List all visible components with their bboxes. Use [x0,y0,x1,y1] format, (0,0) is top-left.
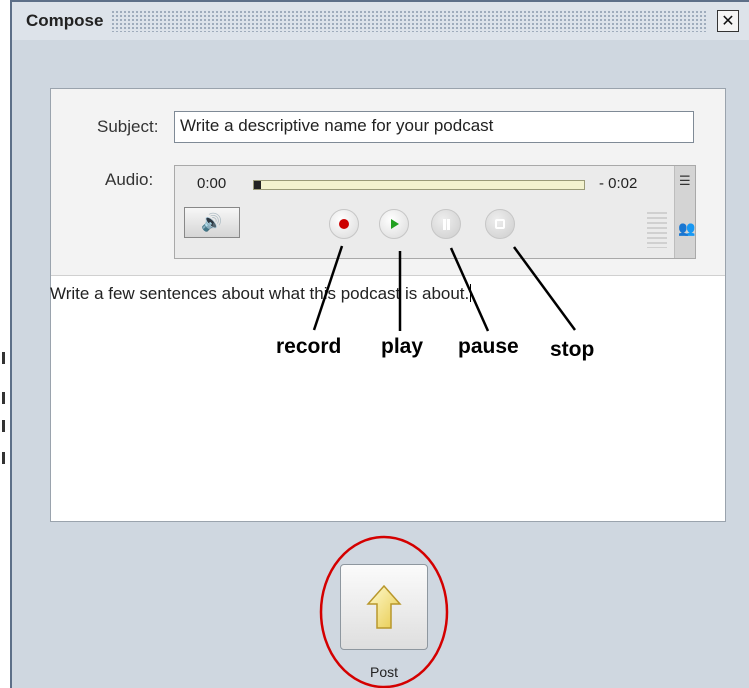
compose-form: Subject: Write a descriptive name for yo… [50,88,726,522]
up-arrow-icon [366,584,402,629]
edge-mark [2,392,5,404]
level-meter [647,212,667,248]
audio-progress-fill [254,181,261,189]
post-label: Post [370,664,399,680]
menu-icon[interactable]: ☰ [679,174,691,189]
play-button[interactable] [379,209,409,239]
subject-label: Subject: [97,117,159,136]
post-button[interactable] [340,564,428,650]
edge-mark [2,420,5,432]
record-annotation: record [276,335,342,358]
body-text: Write a few sentences about what this po… [50,284,472,303]
title-bar-texture [111,10,707,32]
stop-button[interactable] [485,209,515,239]
edge-mark [2,452,5,464]
edge-mark [2,352,5,364]
window-title: Compose [26,11,104,30]
text-caret [470,284,472,302]
pause-button[interactable] [431,209,461,239]
audio-progress-bar[interactable] [253,180,585,190]
title-bar[interactable]: Compose ✕ [12,2,749,40]
pause-annotation: pause [458,335,519,358]
speaker-icon[interactable]: 🔊 [184,207,240,238]
subject-input[interactable]: Write a descriptive name for your podcas… [174,111,694,143]
record-button[interactable] [329,209,359,239]
play-annotation: play [381,335,424,358]
player-side-strip: ☰ 👥 [674,166,695,258]
left-edge-strip [0,0,10,688]
people-icon[interactable]: 👥 [678,221,695,237]
audio-player: 0:00 - 0:02 ☰ 👥 🔊 [174,165,696,259]
stop-annotation: stop [550,338,595,361]
audio-label: Audio: [105,170,154,189]
remaining-time: - 0:02 [599,175,638,192]
body-textarea[interactable]: Write a few sentences about what this po… [50,275,725,521]
close-icon[interactable]: ✕ [717,10,739,32]
elapsed-time: 0:00 [197,175,227,192]
